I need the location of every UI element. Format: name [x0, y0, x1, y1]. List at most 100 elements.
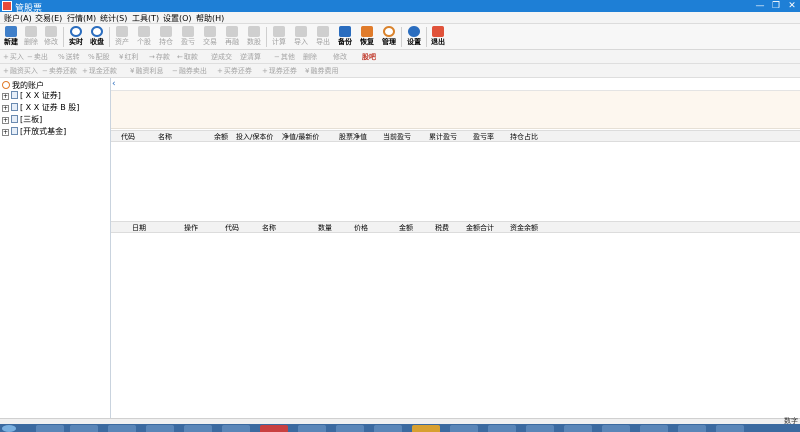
- profit-button[interactable]: 盈亏: [177, 25, 199, 49]
- dividend-button[interactable]: ¥红利: [119, 52, 138, 62]
- taskbar-app[interactable]: [526, 425, 554, 432]
- expand-icon[interactable]: +: [2, 117, 9, 124]
- column-header[interactable]: 价格: [354, 223, 368, 233]
- stock-return-button[interactable]: +现券还券: [262, 66, 297, 76]
- tree-item[interactable]: +[ X X 证券 B 股]: [2, 102, 79, 113]
- menu-trade[interactable]: 交易(E): [35, 13, 62, 24]
- column-header[interactable]: 当前盈亏: [383, 132, 411, 142]
- column-header[interactable]: 盈亏率: [473, 132, 494, 142]
- sell-repay-button[interactable]: −卖券还款: [42, 66, 77, 76]
- taskbar-app[interactable]: [184, 425, 212, 432]
- column-header[interactable]: 名称: [262, 223, 276, 233]
- taskbar-app[interactable]: [564, 425, 592, 432]
- taskbar-app[interactable]: [374, 425, 402, 432]
- refinance-button[interactable]: 再融: [221, 25, 243, 49]
- short-sell-button[interactable]: −融券卖出: [172, 66, 207, 76]
- realtime-button[interactable]: 实时: [65, 25, 87, 49]
- taskbar-app[interactable]: [108, 425, 136, 432]
- taskbar-app[interactable]: [450, 425, 478, 432]
- rights-issue-button[interactable]: %配股: [88, 52, 110, 62]
- column-header[interactable]: 代码: [225, 223, 239, 233]
- expand-icon[interactable]: +: [2, 105, 9, 112]
- row-edit-button[interactable]: 修改: [333, 52, 347, 62]
- margin-buy-button[interactable]: +融资买入: [3, 66, 38, 76]
- taskbar-app[interactable]: [640, 425, 668, 432]
- trade-button[interactable]: 交易: [199, 25, 221, 49]
- taskbar-app[interactable]: [602, 425, 630, 432]
- sell-button[interactable]: −卖出: [27, 52, 48, 62]
- buy-return-button[interactable]: +买券还券: [217, 66, 252, 76]
- stock-forum-button[interactable]: 股吧: [362, 52, 376, 62]
- column-header[interactable]: 日期: [132, 223, 146, 233]
- taskbar-app[interactable]: [146, 425, 174, 432]
- edit-button[interactable]: 修改: [40, 25, 62, 49]
- column-header[interactable]: 税费: [435, 223, 449, 233]
- menu-help[interactable]: 帮助(H): [196, 13, 224, 24]
- taskbar-app[interactable]: [36, 425, 64, 432]
- withdraw-button[interactable]: ←取款: [177, 52, 198, 62]
- column-header[interactable]: 资金余额: [510, 223, 538, 233]
- column-header[interactable]: 投入/保本价: [236, 132, 273, 142]
- menu-account[interactable]: 账户(A): [4, 13, 32, 24]
- taskbar-app[interactable]: [260, 425, 288, 432]
- other-button[interactable]: −其他: [274, 52, 295, 62]
- column-header[interactable]: 持仓占比: [510, 132, 538, 142]
- taskbar-app[interactable]: [222, 425, 250, 432]
- column-header[interactable]: 净值/最新价: [282, 132, 319, 142]
- maximize-button[interactable]: ❐: [768, 0, 784, 12]
- short-fee-button[interactable]: ¥融券费用: [305, 66, 338, 76]
- import-button[interactable]: 导入: [290, 25, 312, 49]
- count-button[interactable]: 数股: [243, 25, 265, 49]
- assets-button[interactable]: 资产: [111, 25, 133, 49]
- row-delete-button[interactable]: 删除: [303, 52, 317, 62]
- close-price-button[interactable]: 收盘: [86, 25, 108, 49]
- tree-item[interactable]: + [三板]: [2, 114, 42, 125]
- start-button[interactable]: [2, 425, 16, 432]
- chevron-left-icon[interactable]: ‹: [112, 79, 116, 89]
- tree-item[interactable]: +[ X X 证券]: [2, 90, 61, 101]
- stock-button[interactable]: 个股: [133, 25, 155, 49]
- deposit-button[interactable]: →存款: [149, 52, 170, 62]
- column-header[interactable]: 余额: [214, 132, 228, 142]
- buy-button[interactable]: +买入: [3, 52, 24, 62]
- reverse-clear-button[interactable]: 逆清算: [240, 52, 261, 62]
- column-header[interactable]: 代码: [121, 132, 135, 142]
- cash-repay-button[interactable]: +现金还款: [82, 66, 117, 76]
- taskbar-app[interactable]: [70, 425, 98, 432]
- delete-button[interactable]: 删除: [20, 25, 42, 49]
- restore-button[interactable]: 恢复: [356, 25, 378, 49]
- backup-button[interactable]: 备份: [334, 25, 356, 49]
- expand-icon[interactable]: +: [2, 93, 9, 100]
- column-header[interactable]: 股票净值: [339, 132, 367, 142]
- export-button[interactable]: 导出: [312, 25, 334, 49]
- close-button[interactable]: ✕: [784, 0, 800, 12]
- menu-market[interactable]: 行情(M): [67, 13, 96, 24]
- menu-settings[interactable]: 设置(O): [163, 13, 192, 24]
- new-button[interactable]: 新建: [0, 25, 22, 49]
- margin-interest-button[interactable]: ¥融资利息: [130, 66, 163, 76]
- column-header[interactable]: 金额: [399, 223, 413, 233]
- taskbar-app[interactable]: [412, 425, 440, 432]
- menu-tools[interactable]: 工具(T): [132, 13, 159, 24]
- calculate-button[interactable]: 计算: [268, 25, 290, 49]
- bonus-share-button[interactable]: %送转: [58, 52, 80, 62]
- manage-button[interactable]: 管理: [378, 25, 400, 49]
- reverse-fill-button[interactable]: 逆成交: [211, 52, 232, 62]
- taskbar-app[interactable]: [678, 425, 706, 432]
- settings-button[interactable]: 设置: [403, 25, 425, 49]
- taskbar-app[interactable]: [298, 425, 326, 432]
- column-header[interactable]: 金额合计: [466, 223, 494, 233]
- minimize-button[interactable]: —: [752, 0, 768, 12]
- column-header[interactable]: 数量: [318, 223, 332, 233]
- taskbar-app[interactable]: [716, 425, 744, 432]
- column-header[interactable]: 名称: [158, 132, 172, 142]
- expand-icon[interactable]: +: [2, 129, 9, 136]
- column-header[interactable]: 操作: [184, 223, 198, 233]
- exit-button[interactable]: 退出: [427, 25, 449, 49]
- taskbar-app[interactable]: [336, 425, 364, 432]
- position-button[interactable]: 持仓: [155, 25, 177, 49]
- taskbar-app[interactable]: [488, 425, 516, 432]
- tree-item[interactable]: + [开放式基金]: [2, 126, 66, 137]
- menu-stats[interactable]: 统计(S): [100, 13, 127, 24]
- column-header[interactable]: 累计盈亏: [429, 132, 457, 142]
